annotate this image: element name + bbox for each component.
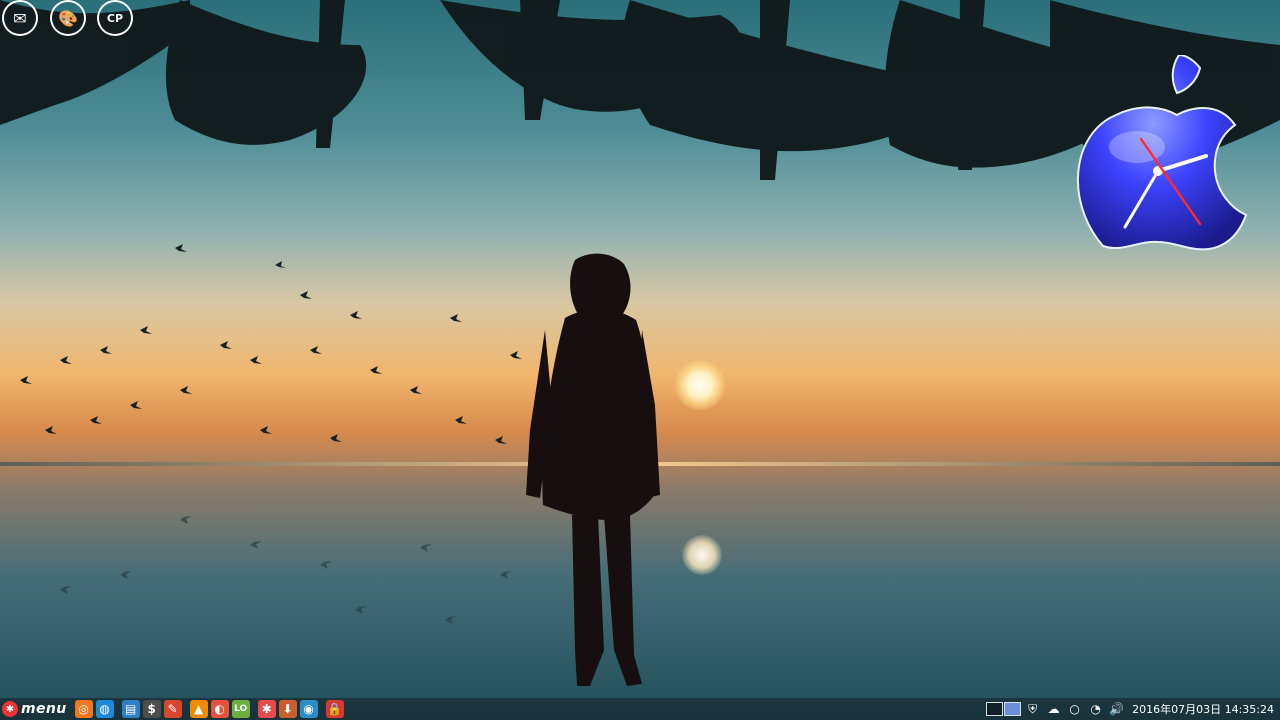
menu-label: menu	[21, 701, 67, 717]
menu-logo-icon: ✱	[2, 701, 18, 717]
desktop: ✉ 🎨 CP ✱ menu ◎ ◍ ▤ $ ✎ ▲ ◐ LO ✱ ⬇ ◉ 🔒 ⛨…	[0, 0, 1280, 720]
file-manager-icon[interactable]: ▤	[121, 700, 140, 718]
libreoffice-icon[interactable]: LO	[231, 700, 250, 718]
terminal-icon[interactable]: $	[142, 700, 161, 718]
paint-palette-icon[interactable]: 🎨	[52, 2, 84, 34]
workspace-2[interactable]	[1004, 702, 1022, 716]
wifi-icon[interactable]: ◔	[1088, 702, 1103, 717]
mail-icon-glyph: ✉	[13, 8, 27, 28]
menu-button[interactable]: ✱ menu	[2, 700, 67, 718]
cloud-icon[interactable]: ☁	[1046, 702, 1061, 717]
control-panel-icon-glyph: CP	[106, 11, 124, 25]
taskbar: ✱ menu ◎ ◍ ▤ $ ✎ ▲ ◐ LO ✱ ⬇ ◉ 🔒 ⛨ ☁ ○ ◔ …	[0, 698, 1280, 720]
media-player-icon[interactable]: ▲	[189, 700, 208, 718]
network-browser-glyph: ◍	[99, 702, 110, 716]
volume-icon[interactable]: 🔊	[1109, 702, 1124, 717]
firefox-icon[interactable]: ◎	[74, 700, 93, 718]
shield-icon[interactable]: ⛨	[1025, 702, 1040, 717]
lock-glyph: 🔒	[327, 702, 343, 716]
mail-icon[interactable]: ✉	[4, 2, 36, 34]
text-editor-icon[interactable]: ✎	[163, 700, 182, 718]
workspace-switcher[interactable]	[986, 702, 1022, 716]
taskbar-clock[interactable]: 2016年07月03日 14:35:24	[1132, 701, 1274, 717]
network-browser-icon[interactable]: ◍	[95, 700, 114, 718]
workspace-1[interactable]	[986, 702, 1004, 716]
power-icon[interactable]: ○	[1067, 702, 1082, 717]
libreoffice-glyph: LO	[234, 703, 248, 714]
clock-highlight	[1109, 131, 1165, 163]
lock-icon[interactable]: 🔒	[325, 700, 344, 718]
package-manager-icon[interactable]: ◐	[210, 700, 229, 718]
help-glyph: ✱	[261, 702, 272, 716]
settings-icon[interactable]: ◉	[299, 700, 318, 718]
download-icon[interactable]: ⬇	[278, 700, 297, 718]
paint-palette-icon-glyph: 🎨	[58, 8, 78, 28]
control-panel-icon[interactable]: CP	[99, 2, 131, 34]
system-tray: ⛨ ☁ ○ ◔ 🔊 2016年07月03日 14:35:24	[986, 698, 1280, 720]
firefox-glyph: ◎	[78, 702, 89, 716]
taskbar-launchers: ✱ menu ◎ ◍ ▤ $ ✎ ▲ ◐ LO ✱ ⬇ ◉ 🔒	[0, 698, 347, 720]
settings-glyph: ◉	[303, 702, 314, 716]
analog-clock-widget[interactable]	[1075, 55, 1250, 255]
media-player-glyph: ▲	[194, 702, 204, 716]
package-manager-glyph: ◐	[214, 702, 225, 716]
help-icon[interactable]: ✱	[257, 700, 276, 718]
file-manager-glyph: ▤	[124, 702, 137, 716]
download-glyph: ⬇	[282, 702, 293, 716]
terminal-glyph: $	[147, 702, 156, 716]
text-editor-glyph: ✎	[167, 702, 178, 716]
